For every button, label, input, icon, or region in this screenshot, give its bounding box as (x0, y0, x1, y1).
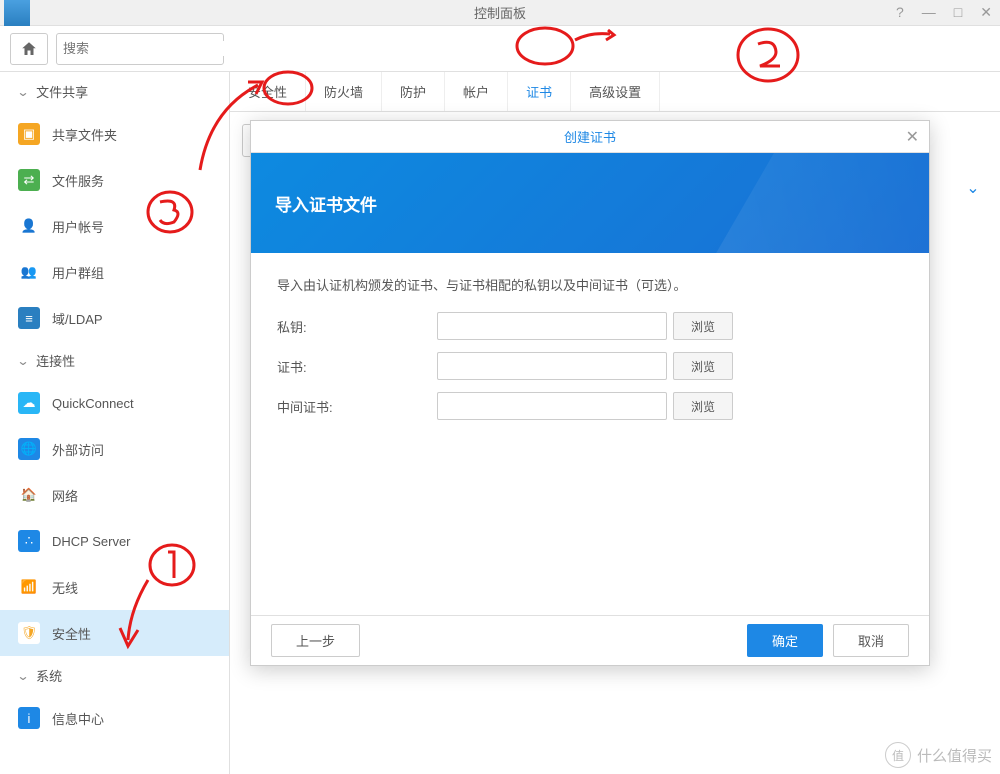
watermark-text: 什么值得买 (917, 745, 992, 766)
row-certificate: 证书: 浏览 (277, 352, 903, 380)
dialog-description: 导入由认证机构颁发的证书、与证书相配的私钥以及中间证书（可选）。 (277, 275, 903, 294)
sidebar-item-user[interactable]: 👤用户帐号 (0, 203, 229, 249)
tab-account[interactable]: 帐户 (445, 72, 508, 111)
sidebar-item-dhcp[interactable]: ∴DHCP Server (0, 518, 229, 564)
sidebar-item-group[interactable]: 👥用户群组 (0, 249, 229, 295)
sidebar-item-shared-folder[interactable]: ▣共享文件夹 (0, 111, 229, 157)
sidebar: 文件共享 ▣共享文件夹 ⇄文件服务 👤用户帐号 👥用户群组 ≡域/LDAP 连接… (0, 72, 230, 774)
sidebar-item-network[interactable]: 🏠网络 (0, 472, 229, 518)
sidebar-section-file-sharing[interactable]: 文件共享 (0, 72, 229, 111)
dialog-footer: 上一步 确定 取消 (251, 615, 929, 665)
sidebar-item-file-services[interactable]: ⇄文件服务 (0, 157, 229, 203)
input-intermediate[interactable] (437, 392, 667, 420)
sidebar-section-connectivity[interactable]: 连接性 (0, 341, 229, 380)
sidebar-item-wireless[interactable]: 📶无线 (0, 564, 229, 610)
label-certificate: 证书: (277, 357, 437, 376)
wifi-icon: 📶 (18, 576, 40, 598)
dialog-titlebar: 创建证书 ✕ (251, 121, 929, 153)
tab-security[interactable]: 安全性 (230, 72, 306, 111)
tab-advanced[interactable]: 高级设置 (571, 72, 660, 111)
dialog-banner: 导入证书文件 (251, 153, 929, 253)
dialog-title: 创建证书 (564, 127, 616, 146)
prev-button[interactable]: 上一步 (271, 624, 360, 657)
row-private-key: 私钥: 浏览 (277, 312, 903, 340)
folder-icon: ▣ (18, 123, 40, 145)
sidebar-item-domain-ldap[interactable]: ≡域/LDAP (0, 295, 229, 341)
app-icon (4, 0, 30, 26)
window-titlebar: 控制面板 ? — □ ✕ (0, 0, 1000, 26)
sidebar-item-quickconnect[interactable]: ☁QuickConnect (0, 380, 229, 426)
user-icon: 👤 (18, 215, 40, 237)
tab-firewall[interactable]: 防火墙 (306, 72, 382, 111)
create-certificate-dialog: 创建证书 ✕ 导入证书文件 导入由认证机构颁发的证书、与证书相配的私钥以及中间证… (250, 120, 930, 666)
search-box[interactable] (56, 33, 224, 65)
home-icon (20, 40, 38, 58)
label-private-key: 私钥: (277, 317, 437, 336)
input-certificate[interactable] (437, 352, 667, 380)
sidebar-section-system[interactable]: 系统 (0, 656, 229, 695)
cloud-icon: ☁ (18, 392, 40, 414)
label-intermediate: 中间证书: (277, 397, 437, 416)
input-private-key[interactable] (437, 312, 667, 340)
dialog-body: 导入由认证机构颁发的证书、与证书相配的私钥以及中间证书（可选）。 私钥: 浏览 … (251, 253, 929, 615)
file-services-icon: ⇄ (18, 169, 40, 191)
watermark: 值 什么值得买 (885, 742, 992, 768)
browse-intermediate-button[interactable]: 浏览 (673, 392, 733, 420)
ldap-icon: ≡ (18, 307, 40, 329)
group-icon: 👥 (18, 261, 40, 283)
dialog-close-icon[interactable]: ✕ (906, 127, 919, 147)
maximize-icon[interactable]: □ (954, 4, 962, 21)
cancel-button[interactable]: 取消 (833, 624, 909, 657)
row-intermediate: 中间证书: 浏览 (277, 392, 903, 420)
browse-private-key-button[interactable]: 浏览 (673, 312, 733, 340)
tab-bar: 安全性 防火墙 防护 帐户 证书 高级设置 (230, 72, 1000, 112)
dhcp-icon: ∴ (18, 530, 40, 552)
home-button[interactable] (10, 33, 48, 65)
tab-certificate[interactable]: 证书 (508, 72, 571, 111)
globe-icon: 🌐 (18, 438, 40, 460)
sidebar-item-info-center[interactable]: i信息中心 (0, 695, 229, 741)
top-toolbar (0, 26, 1000, 72)
ok-button[interactable]: 确定 (747, 624, 823, 657)
dialog-banner-title: 导入证书文件 (275, 191, 377, 216)
network-icon: 🏠 (18, 484, 40, 506)
help-icon[interactable]: ? (896, 4, 904, 21)
search-input[interactable] (63, 41, 239, 56)
sidebar-item-security[interactable]: 🛡安全性 (0, 610, 229, 656)
minimize-icon[interactable]: — (922, 4, 936, 21)
tab-protection[interactable]: 防护 (382, 72, 445, 111)
chevron-down-icon[interactable]: ⌄ (960, 175, 986, 201)
sidebar-item-external-access[interactable]: 🌐外部访问 (0, 426, 229, 472)
close-icon[interactable]: ✕ (980, 4, 992, 21)
watermark-badge: 值 (885, 742, 911, 768)
info-icon: i (18, 707, 40, 729)
shield-icon: 🛡 (18, 622, 40, 644)
browse-certificate-button[interactable]: 浏览 (673, 352, 733, 380)
window-title: 控制面板 (474, 3, 526, 22)
